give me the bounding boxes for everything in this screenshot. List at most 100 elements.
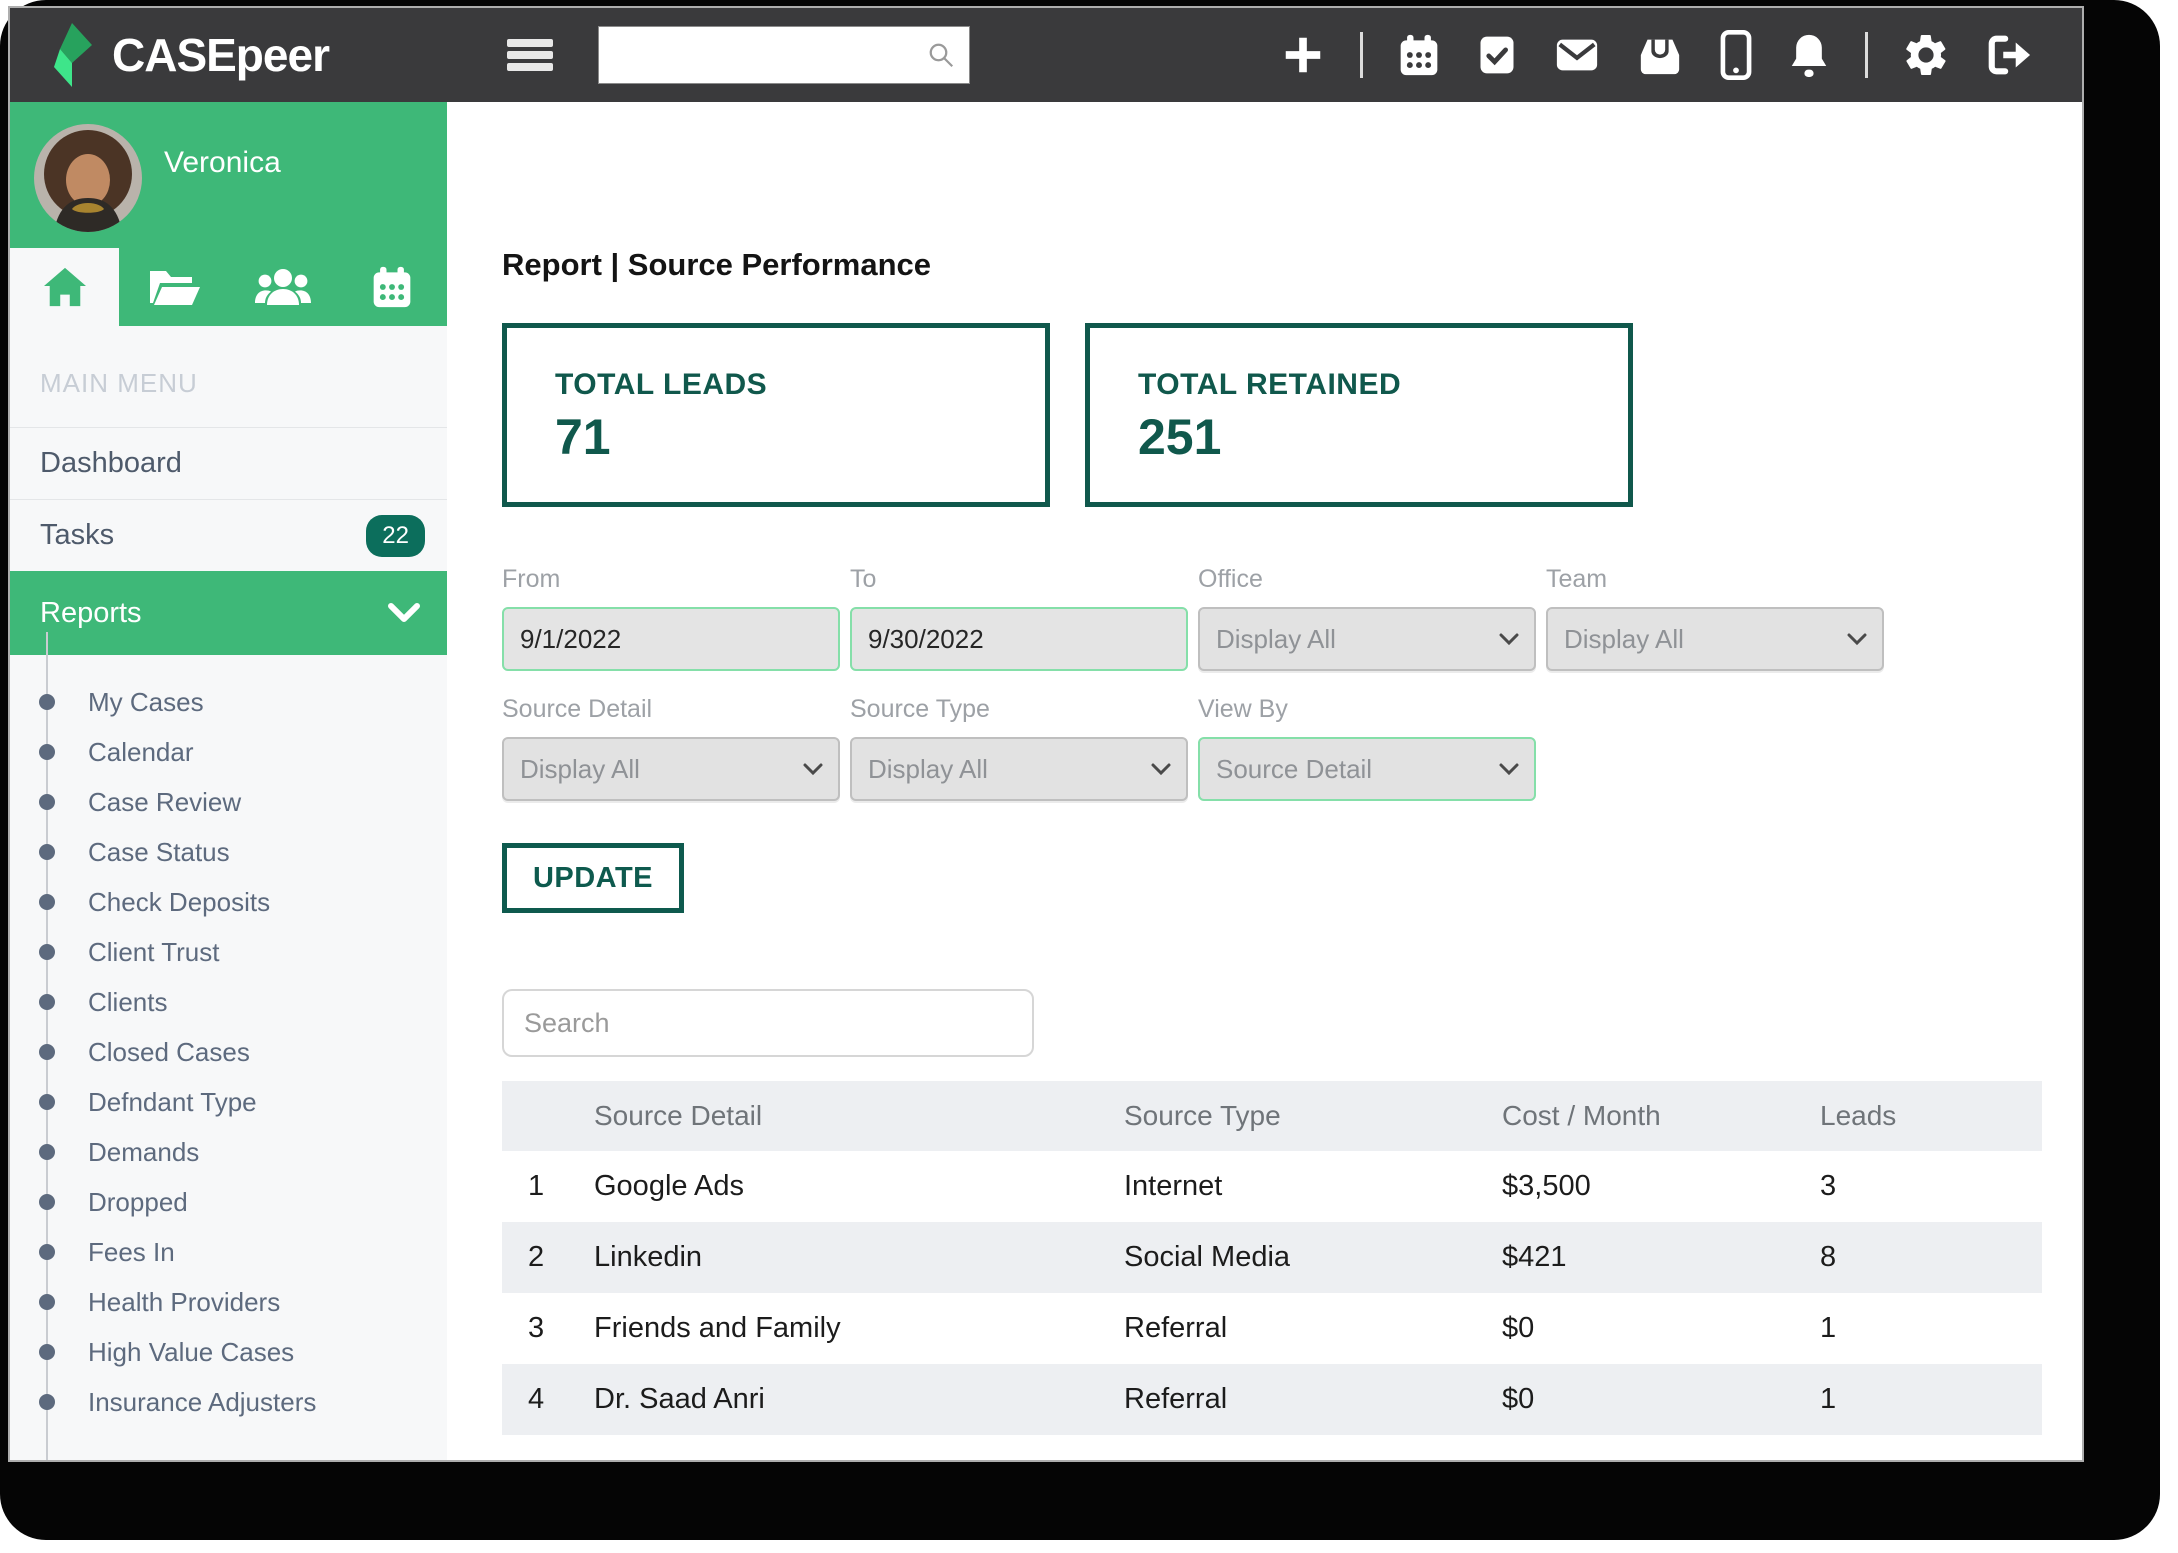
source-type-label: Source Type	[850, 695, 1188, 724]
sidebar-item-check-deposits[interactable]: Check Deposits	[10, 877, 447, 927]
tasks-button[interactable]	[1475, 32, 1519, 78]
sidebar-item-reports[interactable]: Reports	[10, 571, 447, 655]
sidebar-item-case-status[interactable]: Case Status	[10, 827, 447, 877]
sidebar-item-health-providers[interactable]: Health Providers	[10, 1277, 447, 1327]
chevron-down-icon	[1846, 632, 1868, 646]
row-index-cell: 2	[502, 1222, 594, 1293]
table-search-input[interactable]	[502, 989, 1034, 1057]
total-retained-box: TOTAL RETAINED 251	[1085, 323, 1633, 507]
notifications-button[interactable]	[1787, 31, 1831, 79]
bullet-icon	[39, 794, 55, 810]
total-retained-value: 251	[1138, 408, 1628, 466]
chevron-down-icon	[802, 762, 824, 776]
table-cell: 1	[1820, 1293, 2042, 1364]
avatar[interactable]	[34, 124, 142, 232]
brand-text: CASEpeer	[112, 28, 329, 82]
to-date-input[interactable]	[850, 607, 1188, 671]
tab-calendar[interactable]	[338, 248, 447, 326]
table-cell: $0	[1502, 1364, 1820, 1435]
bullet-icon	[39, 694, 55, 710]
from-date-input[interactable]	[502, 607, 840, 671]
bullet-icon	[39, 1094, 55, 1110]
menu-toggle-button[interactable]	[507, 35, 553, 75]
sidebar-item-case-review[interactable]: Case Review	[10, 777, 447, 827]
mobile-button[interactable]	[1719, 30, 1753, 80]
update-button[interactable]: UPDATE	[502, 843, 684, 913]
source-detail-select[interactable]: Display All	[502, 737, 840, 801]
sidebar-menu: MAIN MENU Dashboard Tasks 22 Reports My	[10, 326, 447, 1460]
bell-icon	[1787, 31, 1831, 79]
source-type-select[interactable]: Display All	[850, 737, 1188, 801]
column-header-source-detail: Source Detail	[594, 1081, 1124, 1151]
topbar: CASEpeer	[10, 8, 2082, 102]
sidebar-item-fees-in[interactable]: Fees In	[10, 1227, 447, 1277]
bullet-icon	[39, 894, 55, 910]
calendar-button[interactable]	[1397, 32, 1441, 78]
bullet-icon	[39, 1194, 55, 1210]
brand-logo[interactable]: CASEpeer	[10, 23, 447, 87]
sidebar-item-dashboard[interactable]: Dashboard	[10, 427, 447, 499]
bullet-icon	[39, 844, 55, 860]
sidebar-item-dropped[interactable]: Dropped	[10, 1177, 447, 1227]
sidebar-item-clients[interactable]: Clients	[10, 977, 447, 1027]
table-cell: Referral	[1124, 1364, 1502, 1435]
table-cell: Referral	[1124, 1293, 1502, 1364]
sidebar-item-insurance-adjusters[interactable]: Insurance Adjusters	[10, 1377, 447, 1427]
inbox-button[interactable]	[1635, 32, 1685, 78]
bullet-icon	[39, 1344, 55, 1360]
plus-icon	[1280, 32, 1326, 78]
bullet-icon	[39, 1244, 55, 1260]
tab-cases[interactable]	[119, 248, 228, 326]
team-select[interactable]: Display All	[1546, 607, 1884, 671]
table-cell: Linkedin	[594, 1222, 1124, 1293]
logout-button[interactable]	[1984, 32, 2034, 78]
table-row[interactable]: 1Google AdsInternet$3,5003	[502, 1151, 2042, 1222]
office-label: Office	[1198, 565, 1536, 594]
chevron-down-icon	[1150, 762, 1172, 776]
tab-home[interactable]	[10, 248, 119, 326]
sidebar-item-client-trust[interactable]: Client Trust	[10, 927, 447, 977]
table-cell: Internet	[1124, 1151, 1502, 1222]
tab-contacts[interactable]	[229, 248, 338, 326]
add-button[interactable]	[1280, 32, 1326, 78]
total-leads-box: TOTAL LEADS 71	[502, 323, 1050, 507]
bullet-icon	[39, 1044, 55, 1060]
app-window: CASEpeer	[8, 6, 2084, 1462]
table-row[interactable]: 3Friends and FamilyReferral$01	[502, 1293, 2042, 1364]
bullet-icon	[39, 1294, 55, 1310]
office-select[interactable]: Display All	[1198, 607, 1536, 671]
casepeer-gem-icon	[46, 23, 98, 87]
source-detail-label: Source Detail	[502, 695, 840, 724]
column-header-cost-month: Cost / Month	[1502, 1081, 1820, 1151]
sidebar-profile-section: Veronica	[10, 102, 447, 326]
users-icon	[255, 267, 311, 307]
view-by-select[interactable]: Source Detail	[1198, 737, 1536, 801]
to-label: To	[850, 565, 1188, 594]
table-cell: Google Ads	[594, 1151, 1124, 1222]
bullet-icon	[39, 1394, 55, 1410]
table-cell: Social Media	[1124, 1222, 1502, 1293]
gear-icon	[1902, 31, 1950, 79]
check-square-icon	[1475, 32, 1519, 78]
sidebar-item-calendar[interactable]: Calendar	[10, 727, 447, 777]
table-row[interactable]: 2LinkedinSocial Media$4218	[502, 1222, 2042, 1293]
sidebar-item-tasks[interactable]: Tasks 22	[10, 499, 447, 571]
table-row[interactable]: 4Dr. Saad AnriReferral$01	[502, 1364, 2042, 1435]
sidebar-item-closed-cases[interactable]: Closed Cases	[10, 1027, 447, 1077]
settings-button[interactable]	[1902, 31, 1950, 79]
sidebar-item-demands[interactable]: Demands	[10, 1127, 447, 1177]
sidebar-item-defndant-type[interactable]: Defndant Type	[10, 1077, 447, 1127]
table-cell: Dr. Saad Anri	[594, 1364, 1124, 1435]
chevron-down-icon	[387, 602, 421, 624]
bullet-icon	[39, 744, 55, 760]
sidebar-item-my-cases[interactable]: My Cases	[10, 677, 447, 727]
sidebar-icon-tabs	[10, 248, 447, 326]
sidebar: Veronica	[10, 102, 447, 1460]
bullet-icon	[39, 994, 55, 1010]
inbox-icon	[1635, 32, 1685, 78]
mail-button[interactable]	[1553, 32, 1601, 78]
sidebar-item-high-value-cases[interactable]: High Value Cases	[10, 1327, 447, 1377]
envelope-icon	[1553, 32, 1601, 78]
global-search-input[interactable]	[598, 26, 970, 84]
chevron-down-icon	[1498, 632, 1520, 646]
